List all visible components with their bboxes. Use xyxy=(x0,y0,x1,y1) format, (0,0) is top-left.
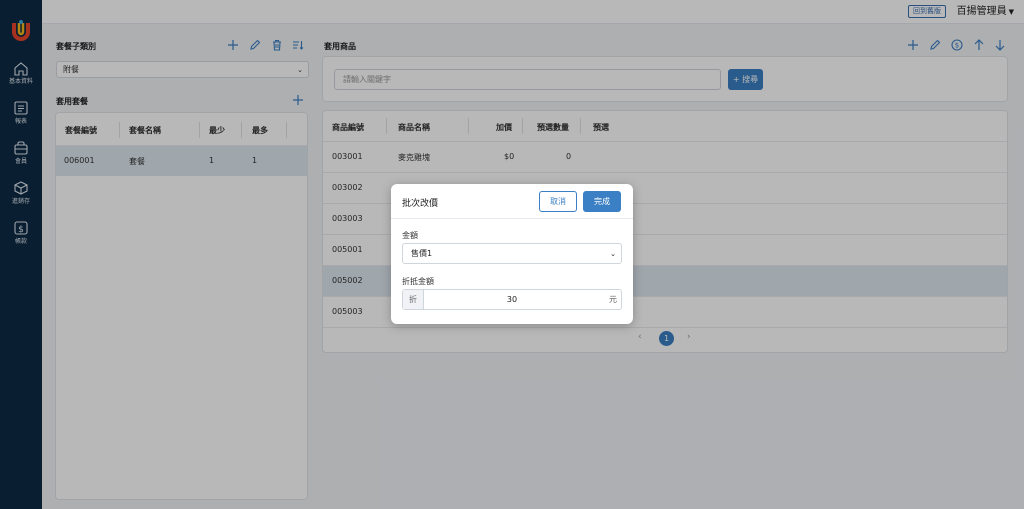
amount-select[interactable]: 售價1 ⌄ xyxy=(402,243,622,264)
batch-price-dialog: 批次改價 取消 完成 金額 售價1 ⌄ 折抵金額 折 30 元 xyxy=(391,184,633,324)
discount-amount-input[interactable]: 30 xyxy=(424,290,600,309)
discount-input-group: 折 30 元 xyxy=(402,289,622,310)
chevron-down-icon: ⌄ xyxy=(610,250,616,258)
done-button[interactable]: 完成 xyxy=(583,191,621,212)
amount-select-value: 售價1 xyxy=(411,249,433,258)
cancel-button[interactable]: 取消 xyxy=(539,191,577,212)
discount-label: 折抵金額 xyxy=(402,277,434,286)
dialog-divider xyxy=(391,218,633,219)
dialog-title: 批次改價 xyxy=(402,199,439,209)
discount-prefix: 折 xyxy=(403,290,424,309)
amount-label: 金額 xyxy=(402,231,418,240)
discount-suffix: 元 xyxy=(609,295,617,304)
